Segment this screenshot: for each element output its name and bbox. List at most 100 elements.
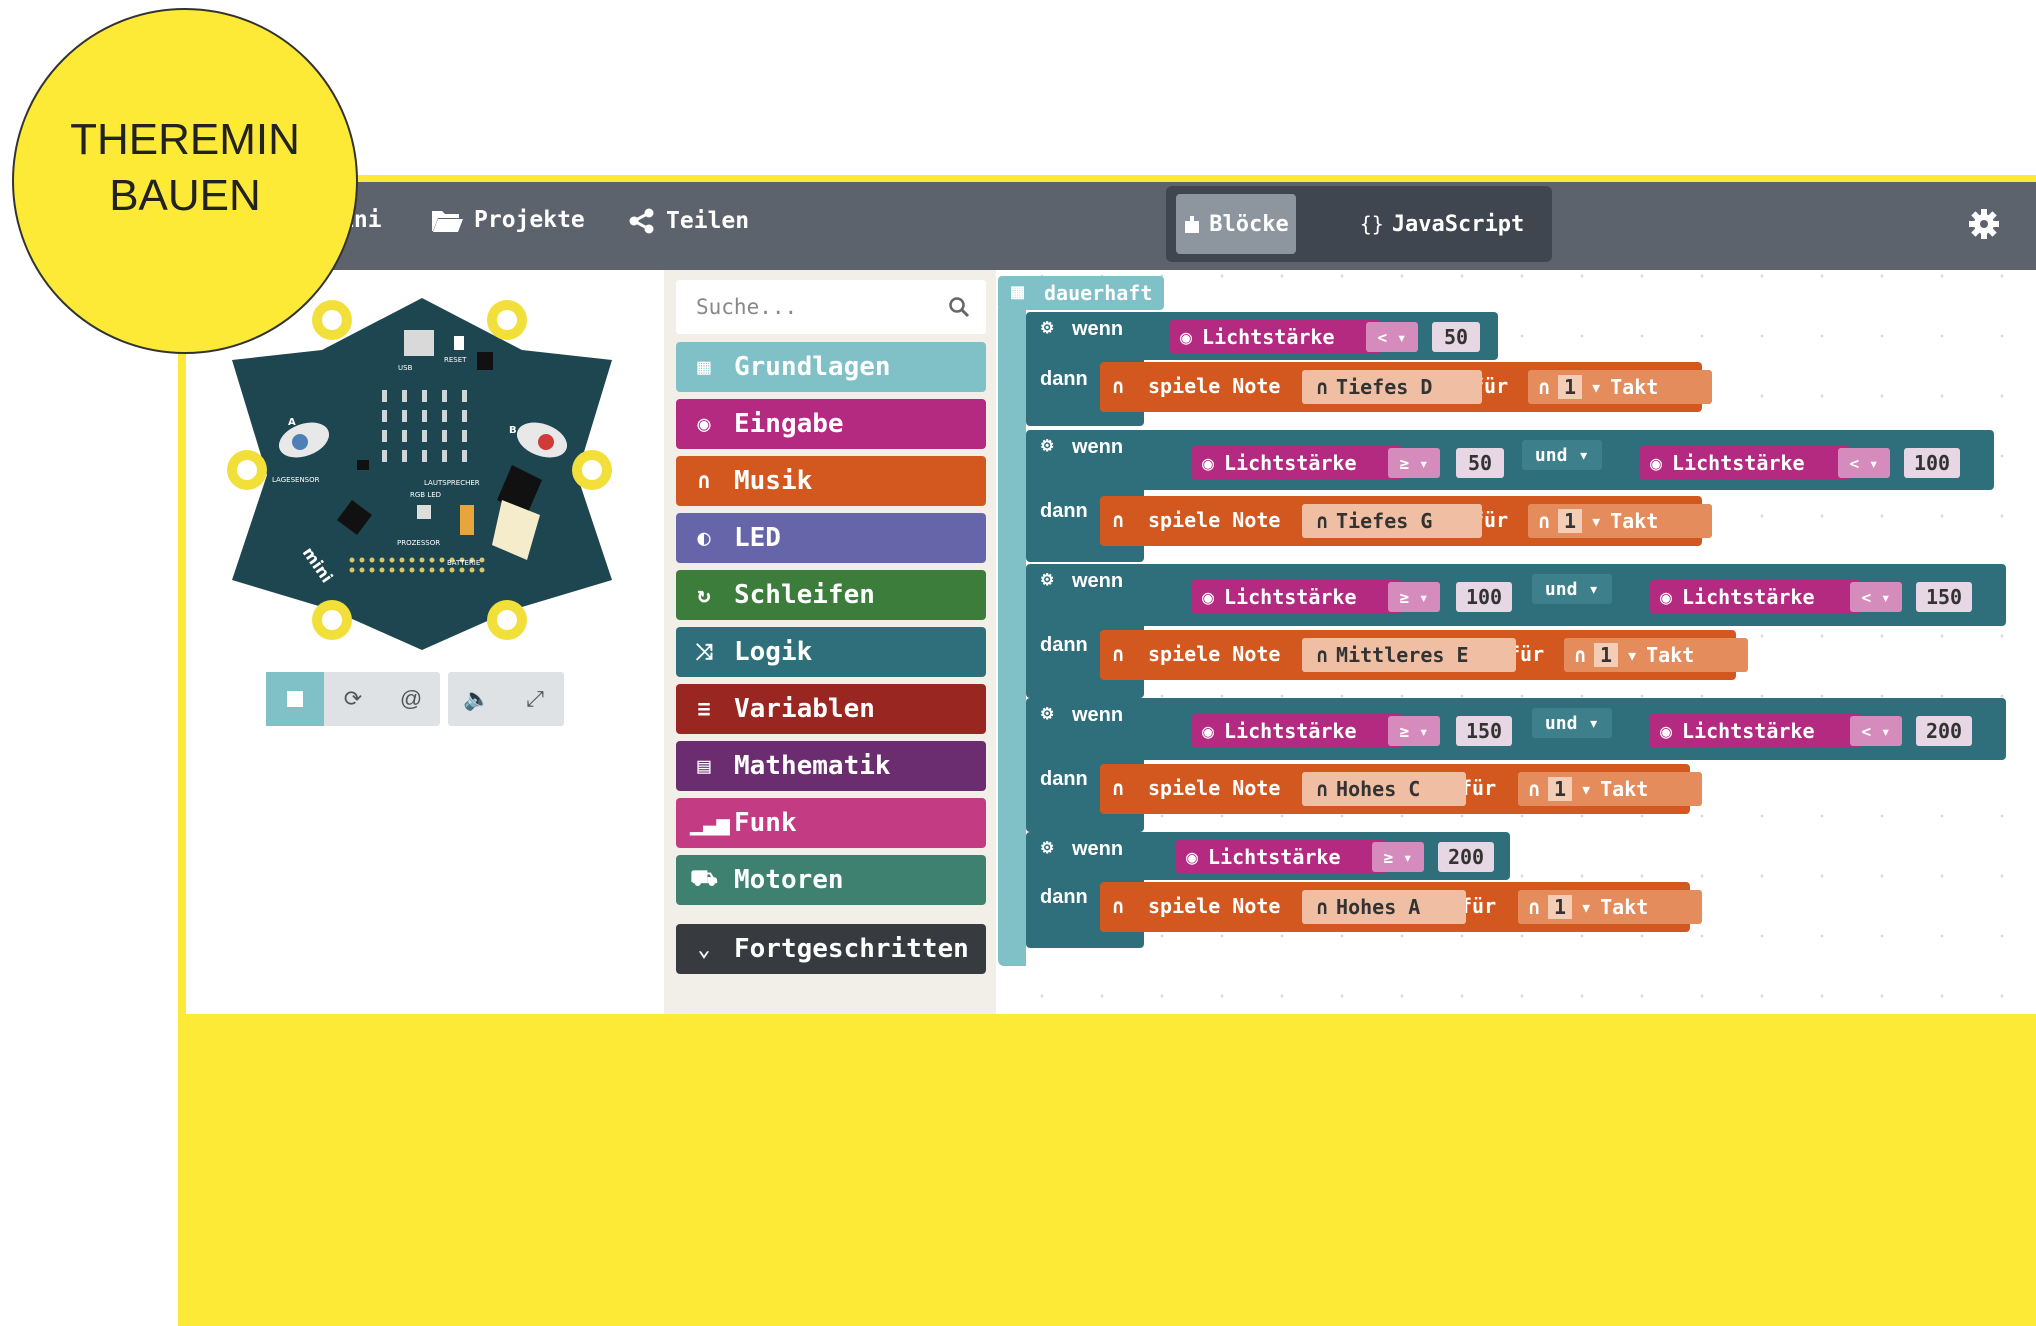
operator-dropdown[interactable]: < ▾ [1838, 448, 1890, 478]
category-logik[interactable]: ⤨ Logik [676, 627, 986, 677]
target-icon: ◉ [697, 411, 711, 437]
light-sensor-block[interactable]: ◉ Lichtstärke [1640, 446, 1850, 480]
dann-label: dann [1040, 886, 1088, 908]
forever-block-header[interactable]: ▦ dauerhaft [998, 276, 1164, 310]
light-sensor-block[interactable]: ◉ Lichtstärke [1192, 446, 1402, 480]
fullscreen-button[interactable]: ⤢ [506, 672, 564, 726]
restart-button[interactable]: ⟳ [324, 672, 382, 726]
value-field[interactable]: 150 [1916, 582, 1972, 612]
target-icon: ◉ [1660, 719, 1673, 743]
operator-dropdown[interactable]: < ▾ [1366, 322, 1418, 352]
category-label: Eingabe [734, 409, 844, 439]
loop-icon: ↻ [697, 582, 711, 608]
forever-label: dauerhaft [1044, 281, 1153, 305]
operator-dropdown[interactable]: < ▾ [1850, 716, 1902, 746]
headphones-icon: ∩ [1112, 894, 1125, 918]
light-sensor-block[interactable]: ◉ Lichtstärke [1170, 320, 1380, 354]
svg-text:A: A [288, 417, 296, 428]
projects-button[interactable]: Projekte [430, 207, 585, 233]
beat-dropdown[interactable]: ∩ 1 ▾ Takt [1528, 504, 1712, 538]
folder-icon [432, 211, 463, 232]
category-led[interactable]: ◐ LED [676, 513, 986, 563]
play-note-label: spiele Note [1148, 374, 1281, 398]
category-eingabe[interactable]: ◉ Eingabe [676, 399, 986, 449]
beat-dropdown[interactable]: ∩ 1 ▾ Takt [1518, 772, 1702, 806]
braces-icon: {} [1359, 212, 1384, 236]
category-label: Funk [734, 808, 797, 838]
value-field[interactable]: 150 [1456, 716, 1512, 746]
category-label: Grundlagen [734, 352, 891, 382]
light-sensor-block[interactable]: ◉ Lichtstärke [1650, 714, 1860, 748]
tab-javascript[interactable]: {} JavaScript [1352, 194, 1532, 254]
tab-blocks[interactable]: Blöcke [1176, 194, 1296, 254]
category-label: Motoren [734, 865, 844, 895]
and-dropdown[interactable]: und ▾ [1532, 708, 1612, 738]
light-sensor-block[interactable]: ◉ Lichtstärke [1650, 580, 1860, 614]
svg-text:RGB LED: RGB LED [410, 491, 441, 499]
svg-text:LAGESENSOR: LAGESENSOR [272, 476, 320, 484]
note-dropdown[interactable]: ∩ Hohes A [1302, 890, 1466, 924]
value-field[interactable]: 50 [1432, 322, 1480, 352]
category-advanced[interactable]: ⌄ Fortgeschritten [676, 924, 986, 974]
target-icon: ◉ [1186, 845, 1199, 869]
category-motoren[interactable]: ⛟ Motoren [676, 855, 986, 905]
title-badge: THEREMIN BAUEN [12, 8, 358, 354]
operator-dropdown[interactable]: ≥ ▾ [1388, 582, 1440, 612]
play-note-label: spiele Note [1148, 642, 1281, 666]
value-field[interactable]: 100 [1904, 448, 1960, 478]
mute-button[interactable]: 🔈 [448, 672, 506, 726]
simulator-controls: ⟳ @ [266, 672, 440, 726]
headphones-icon: ∩ [1112, 642, 1125, 666]
value-field[interactable]: 100 [1456, 582, 1512, 612]
share-button[interactable]: Teilen [628, 207, 749, 235]
svg-text:RESET: RESET [444, 356, 467, 364]
light-sensor-block[interactable]: ◉ Lichtstärke [1192, 714, 1402, 748]
dann-label: dann [1040, 500, 1088, 522]
svg-text:PROZESSOR: PROZESSOR [397, 539, 440, 547]
operator-dropdown[interactable]: ≥ ▾ [1388, 448, 1440, 478]
signal-icon: ▁▃▅ [690, 810, 730, 836]
beat-dropdown[interactable]: ∩ 1 ▾ Takt [1528, 370, 1712, 404]
slow-motion-button[interactable]: @ [382, 672, 440, 726]
category-schleifen[interactable]: ↻ Schleifen [676, 570, 986, 620]
category-label: Schleifen [734, 580, 875, 610]
speaker-icon: 🔈 [463, 686, 491, 711]
and-dropdown[interactable]: und ▾ [1522, 440, 1602, 470]
forever-block-body [998, 308, 1026, 966]
value-field[interactable]: 200 [1916, 716, 1972, 746]
operator-dropdown[interactable]: ≥ ▾ [1388, 716, 1440, 746]
note-dropdown[interactable]: ∩ Tiefes G [1302, 504, 1482, 538]
category-variablen[interactable]: ≡ Variablen [676, 684, 986, 734]
search-input[interactable]: Suche... [676, 280, 986, 334]
play-note-label: spiele Note [1148, 776, 1281, 800]
refresh-icon: ⟳ [343, 686, 363, 711]
dann-label: dann [1040, 768, 1088, 790]
target-icon: ◉ [1660, 585, 1673, 609]
tab-javascript-label: JavaScript [1391, 211, 1525, 237]
and-dropdown[interactable]: und ▾ [1532, 574, 1612, 604]
gear-icon[interactable] [1968, 208, 2000, 245]
play-note-label: spiele Note [1148, 894, 1281, 918]
gear-icon: ⚙ [1040, 840, 1055, 857]
value-field[interactable]: 50 [1456, 448, 1504, 478]
operator-dropdown[interactable]: ≥ ▾ [1372, 842, 1424, 872]
note-dropdown[interactable]: ∩ Tiefes D [1302, 370, 1482, 404]
beat-dropdown[interactable]: ∩ 1 ▾ Takt [1518, 890, 1702, 924]
note-dropdown[interactable]: ∩ Hohes C [1302, 772, 1466, 806]
svg-text:B: B [509, 425, 517, 436]
stop-button[interactable] [266, 672, 324, 726]
category-musik[interactable]: ∩ Musik [676, 456, 986, 506]
value-field[interactable]: 200 [1438, 842, 1494, 872]
calliope-board[interactable]: USB RESET A B LAUTSPRECHER RGB LED LAGES… [222, 290, 622, 650]
operator-dropdown[interactable]: < ▾ [1850, 582, 1902, 612]
light-sensor-block[interactable]: ◉ Lichtstärke [1192, 580, 1402, 614]
beat-dropdown[interactable]: ∩ 1 ▾ Takt [1564, 638, 1748, 672]
light-sensor-block[interactable]: ◉ Lichtstärke [1176, 840, 1386, 874]
dann-label: dann [1040, 368, 1088, 390]
wenn-label: wenn [1072, 436, 1124, 458]
note-dropdown[interactable]: ∩ Mittleres E [1302, 638, 1516, 672]
category-funk[interactable]: ▁▃▅ Funk [676, 798, 986, 848]
category-grundlagen[interactable]: ▦ Grundlagen [676, 342, 986, 392]
target-icon: ◉ [1650, 451, 1663, 475]
category-mathematik[interactable]: ▤ Mathematik [676, 741, 986, 791]
